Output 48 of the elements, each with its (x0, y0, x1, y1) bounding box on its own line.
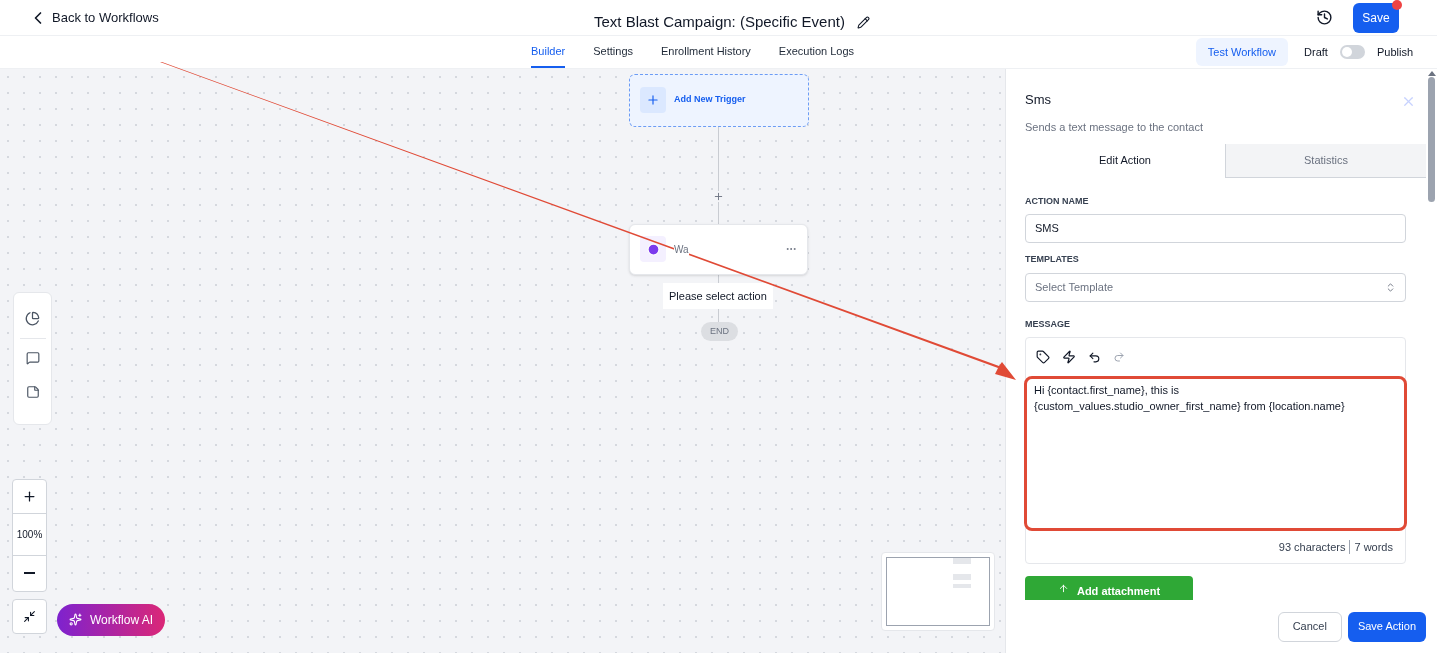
undo-icon[interactable] (1088, 350, 1101, 364)
panel-tab[interactable]: Statistics (1225, 143, 1426, 178)
minus-icon (24, 572, 35, 574)
back-link[interactable]: Back to Workflows (28, 7, 159, 28)
nav-tab[interactable]: Settings (593, 36, 633, 68)
upload-arrow-icon (1057, 583, 1069, 594)
plus-icon (646, 93, 660, 107)
word-count: 7 words (1354, 539, 1393, 555)
cancel-button[interactable]: Cancel (1277, 611, 1342, 642)
message-label: MESSAGE (1025, 317, 1071, 331)
draft-label: Draft (1304, 44, 1328, 60)
zoom-level: 100% (13, 514, 46, 556)
publish-toggle[interactable] (1339, 45, 1365, 59)
message-field[interactable]: Hi {contact.first_name}, this is {custom_values.studio_owner_first_name} from {location.name} (1024, 376, 1407, 531)
nav-tab[interactable]: Execution Logs (778, 36, 855, 68)
action-node[interactable]: Wa (629, 223, 808, 275)
note-icon[interactable] (25, 384, 40, 399)
edit-icon[interactable] (856, 15, 870, 29)
save-button[interactable]: Save (1353, 2, 1399, 33)
action-name-label: ACTION NAME (1025, 194, 1090, 208)
action-name-field[interactable]: SMS (1025, 214, 1406, 243)
sparkles-icon (69, 613, 82, 626)
tag-icon[interactable] (1036, 350, 1050, 364)
panel-subtitle: Sends a text message to the contact (1025, 120, 1203, 135)
end-marker: END (701, 321, 738, 341)
template-select[interactable]: Select Template (1025, 272, 1406, 302)
history-icon[interactable] (1316, 9, 1333, 27)
add-trigger-node[interactable]: Add New Trigger (629, 73, 809, 127)
select-action-hint: Please select action (663, 282, 773, 309)
workflow-ai-button[interactable]: Workflow AI (57, 603, 166, 636)
publish-label: Publish (1376, 44, 1413, 60)
plus-icon (22, 488, 37, 504)
collapse-arrows-icon (23, 609, 36, 623)
character-count: 93 characters (1278, 539, 1346, 555)
trigger-label: Add New Trigger (674, 93, 746, 107)
chart-icon[interactable] (25, 310, 40, 326)
lightning-icon[interactable] (1062, 350, 1076, 364)
workflow-title: Text Blast Campaign: (Specific Event) (594, 12, 845, 32)
panel-title: Sms (1025, 90, 1052, 109)
comment-icon[interactable] (25, 350, 40, 365)
test-workflow-button[interactable]: Test Workflow (1195, 38, 1289, 66)
redo-icon[interactable] (1113, 351, 1125, 363)
templates-label: TEMPLATES (1025, 253, 1080, 266)
add-attachment-button[interactable]: Add attachment (1025, 576, 1193, 600)
nav-tab[interactable]: Builder (531, 36, 566, 68)
nav-tab[interactable]: Enrollment History (661, 36, 751, 68)
save-action-button[interactable]: Save Action (1347, 611, 1426, 642)
chevrons-icon (1385, 281, 1396, 293)
